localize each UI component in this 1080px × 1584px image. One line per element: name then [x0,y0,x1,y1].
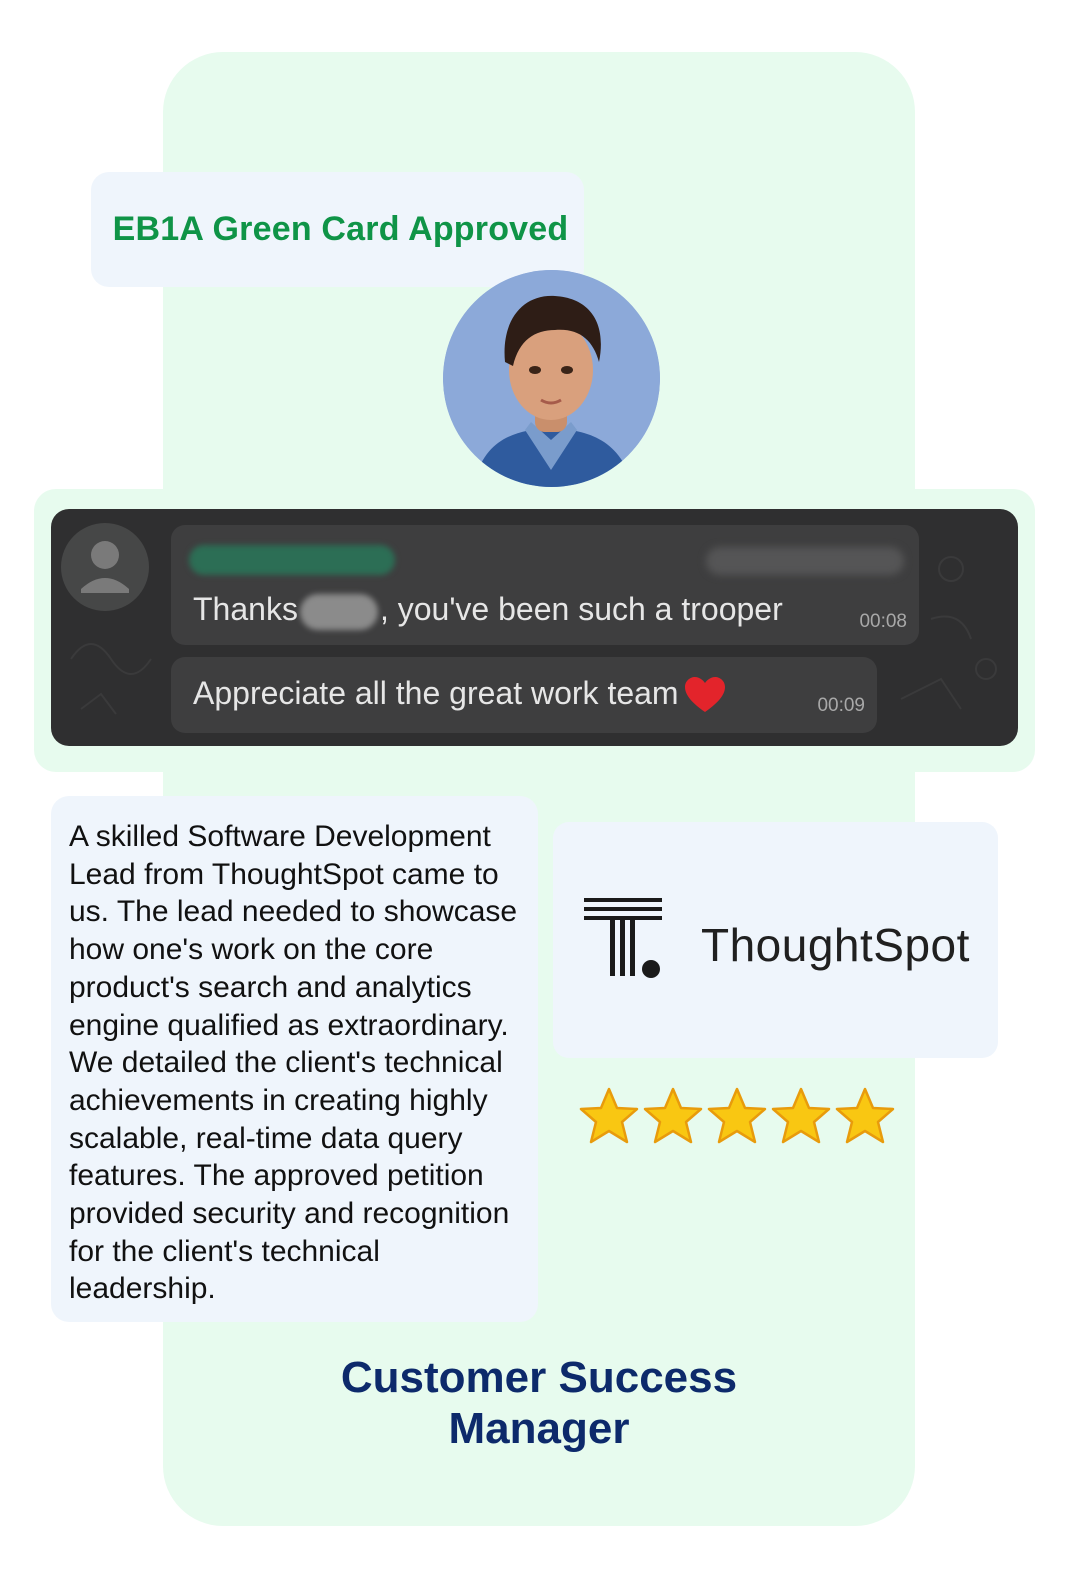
client-avatar [443,270,660,487]
redacted-name [299,593,378,630]
company-logo-card: ThoughtSpot [553,822,998,1058]
message-timestamp: 00:08 [859,611,907,632]
star-icon [579,1087,639,1144]
approval-badge: EB1A Green Card Approved [91,172,584,287]
heart-icon [684,676,725,712]
redacted-phone-number [706,547,904,575]
star-icon [643,1087,703,1144]
company-name: ThoughtSpot [701,919,970,971]
redacted-sender-name [189,545,395,575]
message-bubble: Thanks , you've been such a trooper 00:08 [171,525,919,645]
star-icon [771,1087,831,1144]
message-prefix: Thanks [193,591,298,627]
message-text: Thanks , you've been such a trooper [193,591,783,630]
star-rating [578,1086,898,1148]
case-description: A skilled Software Development Lead from… [69,820,518,1306]
star-icon [835,1087,895,1144]
message-bubble: Appreciate all the great work team 00:09 [171,657,877,733]
message-text: Appreciate all the great work team [193,675,725,715]
role-line-1: Customer Success [340,1353,738,1402]
role-line-2: Manager [448,1404,630,1453]
message-timestamp: 00:09 [817,695,865,716]
thoughtspot-logo-icon [584,898,662,978]
message-body: Appreciate all the great work team [193,675,679,711]
contact-avatar [61,523,149,611]
badge-label: EB1A Green Card Approved [112,210,569,248]
client-role: Customer Success Manager [163,1352,915,1454]
star-icon [707,1087,767,1144]
case-description-card: A skilled Software Development Lead from… [51,796,538,1322]
message-suffix: , you've been such a trooper [379,591,783,627]
chat-screenshot: Thanks , you've been such a trooper 00:08… [51,509,1018,746]
